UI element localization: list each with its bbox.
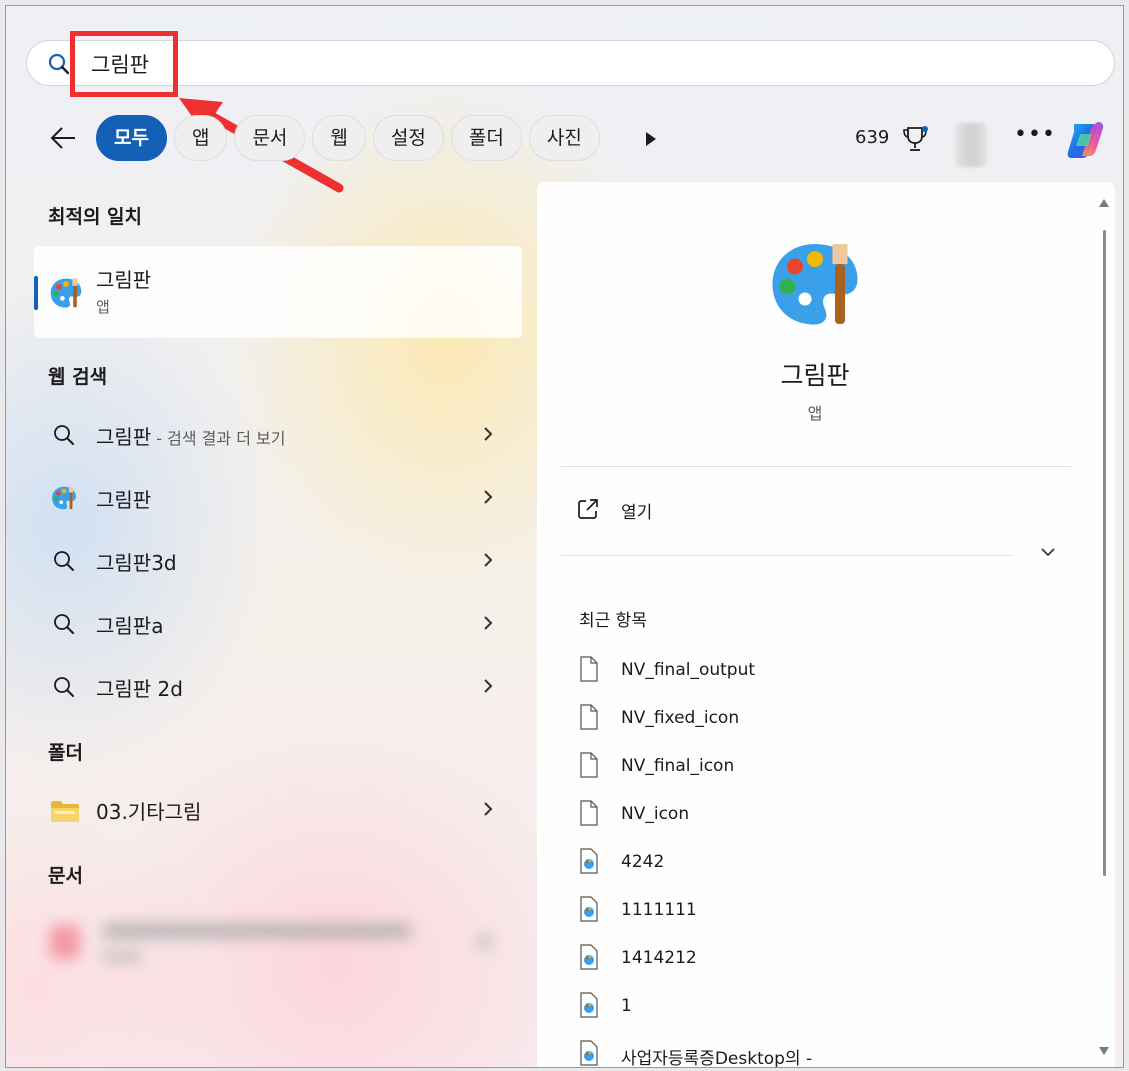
chevron-right-icon[interactable] [482, 614, 494, 632]
paint-app-icon [52, 486, 76, 510]
blank-file-icon [580, 656, 598, 682]
recent-file-item[interactable]: NV_icon [579, 796, 1059, 840]
back-arrow-icon[interactable] [48, 123, 78, 153]
recent-file-item[interactable]: NV_fixed_icon [579, 700, 1059, 744]
chevron-down-icon[interactable] [1039, 546, 1057, 558]
search-icon [54, 614, 74, 634]
recent-file-item[interactable]: NV_final_output [579, 652, 1059, 696]
search-icon [54, 677, 74, 697]
image-file-icon [580, 848, 598, 874]
recent-file-name: 4242 [621, 852, 665, 872]
scroll-down-arrow-icon[interactable] [1099, 1047, 1109, 1055]
recent-file-item[interactable]: 사업자등록증Desktop의 - [579, 1036, 1059, 1068]
paint-app-icon [50, 278, 82, 308]
image-file-icon [580, 896, 598, 922]
preview-app-type: 앱 [807, 404, 823, 423]
filter-chips: 모두 앱 문서 웹 설정 폴더 사진 [96, 115, 600, 163]
best-match-item[interactable]: 그림판 앱 [34, 246, 522, 338]
recent-file-name: NV_final_output [621, 660, 756, 680]
selection-indicator [34, 276, 38, 310]
web-result-item[interactable]: 그림판3d [34, 534, 522, 588]
web-result-item[interactable]: 그림판 - 검색 결과 더 보기 [34, 408, 522, 462]
search-icon [48, 53, 70, 75]
recent-file-item[interactable]: 1111111 [579, 892, 1059, 936]
annotation-highlight-box [70, 31, 178, 97]
chevron-right-icon[interactable] [482, 677, 494, 695]
recent-file-name: 사업자등록증Desktop의 - [621, 1049, 813, 1068]
scroll-up-arrow-icon[interactable] [1099, 199, 1109, 207]
divider [561, 555, 1013, 556]
image-file-icon [580, 1040, 598, 1066]
recent-file-name: NV_final_icon [621, 756, 735, 776]
chip-photos[interactable]: 사진 [528, 115, 600, 161]
open-label: 열기 [621, 503, 653, 523]
chevron-right-icon[interactable] [482, 425, 494, 443]
image-file-icon [580, 944, 598, 970]
section-web-search: 웹 검색 [48, 366, 108, 388]
web-result-label: 그림판 2d [96, 677, 183, 701]
chevron-right-icon[interactable] [482, 551, 494, 569]
user-avatar[interactable] [955, 123, 987, 167]
web-result-item[interactable]: 그림판a [34, 597, 522, 651]
section-documents: 문서 [48, 865, 83, 887]
web-result-label: 그림판3d [96, 551, 177, 575]
recent-file-name: NV_fixed_icon [621, 708, 740, 728]
web-result-item[interactable]: 그림판 2d [34, 660, 522, 714]
search-window: 모두 앱 문서 웹 설정 폴더 사진 639 ••• 최적의 일치 [5, 5, 1124, 1068]
chip-apps[interactable]: 앱 [173, 115, 228, 161]
web-result-label: 그림판 [96, 488, 152, 512]
open-external-icon [578, 499, 598, 519]
chip-folders[interactable]: 폴더 [450, 115, 522, 161]
blank-file-icon [580, 704, 598, 730]
recent-file-name: 1414212 [621, 948, 697, 968]
section-folders: 폴더 [48, 742, 83, 764]
rewards-points: 639 [855, 127, 890, 148]
recent-file-item[interactable]: 1414212 [579, 940, 1059, 984]
search-input[interactable] [91, 50, 691, 78]
rewards-trophy-icon[interactable] [901, 125, 929, 155]
more-filters-icon[interactable] [644, 130, 658, 148]
search-icon [54, 551, 74, 571]
section-best-match: 최적의 일치 [48, 206, 143, 228]
recent-file-item[interactable]: 1 [579, 988, 1059, 1032]
blank-file-icon [580, 752, 598, 778]
chevron-right-icon[interactable] [482, 488, 494, 506]
chip-web[interactable]: 웹 [312, 115, 366, 161]
chevron-right-icon[interactable] [482, 800, 494, 818]
more-options-icon[interactable]: ••• [1014, 122, 1056, 147]
web-result-item[interactable]: 그림판 [34, 471, 522, 525]
chip-documents[interactable]: 문서 [234, 115, 306, 161]
folder-result-item[interactable]: 03.기타그림 [34, 783, 522, 837]
recent-file-name: NV_icon [621, 804, 690, 824]
blurred-document-item[interactable] [46, 911, 516, 981]
image-file-icon [580, 992, 598, 1018]
blank-file-icon [580, 800, 598, 826]
paint-app-large-icon [772, 244, 858, 325]
best-match-title: 그림판 [96, 268, 152, 292]
web-result-label: 그림판a [96, 614, 164, 638]
search-icon [54, 425, 74, 445]
recent-file-item[interactable]: NV_final_icon [579, 748, 1059, 792]
preview-app-title: 그림판 [780, 361, 850, 390]
recent-file-name: 1 [621, 996, 632, 1016]
best-match-type: 앱 [96, 298, 110, 316]
preview-pane: 그림판 앱 열기 최근 항목 NV_final_output NV_fixed_… [537, 182, 1115, 1068]
folder-result-label: 03.기타그림 [96, 800, 202, 824]
chip-settings[interactable]: 설정 [372, 115, 444, 161]
scrollbar-thumb[interactable] [1103, 230, 1106, 876]
folder-icon [51, 801, 79, 822]
search-box[interactable] [26, 40, 1115, 86]
copilot-icon[interactable] [1062, 116, 1110, 164]
web-result-label: 그림판 - 검색 결과 더 보기 [96, 425, 286, 449]
recent-items-heading: 최근 항목 [579, 611, 647, 631]
recent-file-item[interactable]: 4242 [579, 844, 1059, 888]
divider [561, 466, 1071, 467]
recent-file-name: 1111111 [621, 900, 697, 920]
chip-all[interactable]: 모두 [96, 115, 167, 161]
